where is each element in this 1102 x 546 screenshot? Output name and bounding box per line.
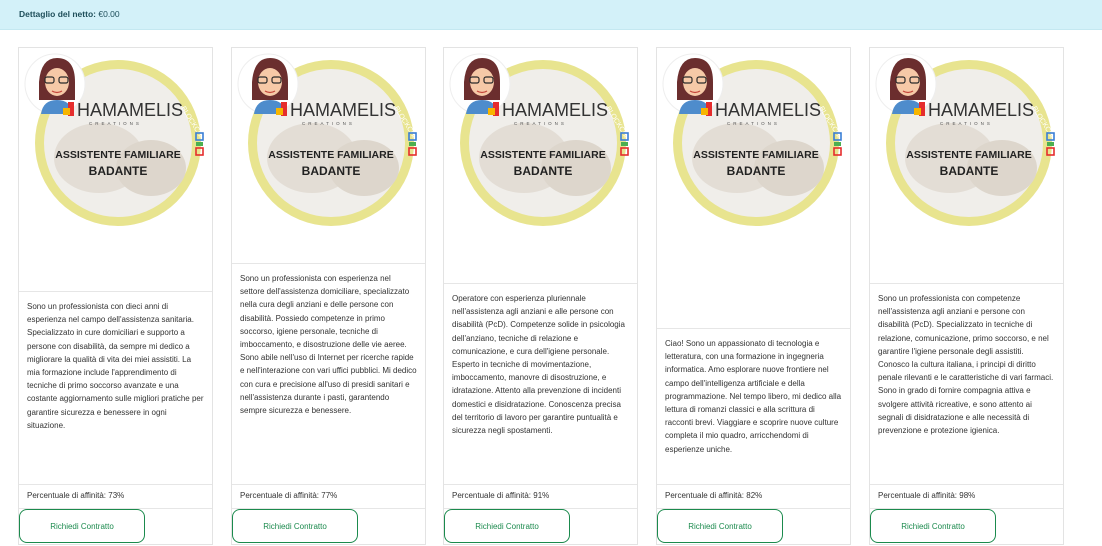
brand-name: HAMAMELIS bbox=[290, 100, 396, 120]
net-detail-value: €0.00 bbox=[98, 9, 120, 19]
badge-title-line2: BADANTE bbox=[940, 164, 999, 178]
request-contract-button[interactable]: Richiedi Contratto bbox=[232, 509, 358, 543]
badge-title-line1: ASSISTENTE FAMILIARE bbox=[906, 149, 1031, 161]
certification-badge: BLOCKCHAIN CERTIFIED HAMAMELIS CREATIONS… bbox=[449, 53, 634, 226]
brand-sub: CREATIONS bbox=[940, 121, 993, 126]
brand-sub: CREATIONS bbox=[727, 121, 780, 126]
certification-badge: BLOCKCHAIN CERTIFIED HAMAMELIS CREATIONS… bbox=[875, 53, 1060, 226]
affinity-percentage: Percentuale di affinità: 77% bbox=[232, 484, 425, 508]
brand-sub: CREATIONS bbox=[89, 121, 142, 126]
certification-badge: BLOCKCHAIN CERTIFIED HAMAMELIS CREATIONS… bbox=[662, 53, 847, 226]
caregiver-card: BLOCKCHAIN CERTIFIED HAMAMELIS CREATIONS… bbox=[18, 47, 213, 545]
brand-sub: CREATIONS bbox=[302, 121, 355, 126]
avatar-icon bbox=[875, 53, 937, 115]
card-footer: Richiedi Contratto bbox=[657, 508, 850, 546]
certification-badge: BLOCKCHAIN CERTIFIED HAMAMELIS CREATIONS… bbox=[24, 53, 209, 226]
badge-title-line2: BADANTE bbox=[89, 164, 148, 178]
caregiver-card: BLOCKCHAIN CERTIFIED HAMAMELIS CREATIONS… bbox=[443, 47, 638, 545]
certification-badge: BLOCKCHAIN CERTIFIED HAMAMELIS CREATIONS… bbox=[237, 53, 422, 226]
affinity-percentage: Percentuale di affinità: 91% bbox=[444, 484, 637, 508]
badge-title-line1: ASSISTENTE FAMILIARE bbox=[480, 149, 605, 161]
card-bio: Sono un professionista con esperienza ne… bbox=[232, 263, 425, 417]
card-footer: Richiedi Contratto bbox=[19, 508, 212, 546]
avatar-icon bbox=[24, 53, 86, 115]
avatar-icon bbox=[449, 53, 511, 115]
affinity-percentage: Percentuale di affinità: 82% bbox=[657, 484, 850, 508]
brand-name: HAMAMELIS bbox=[928, 100, 1034, 120]
request-contract-button[interactable]: Richiedi Contratto bbox=[870, 509, 996, 543]
card-footer: Richiedi Contratto bbox=[232, 508, 425, 546]
card-bio: Operatore con esperienza pluriennale nel… bbox=[444, 283, 637, 437]
card-bio: Ciao! Sono un appassionato di tecnologia… bbox=[657, 328, 850, 456]
request-contract-button[interactable]: Richiedi Contratto bbox=[444, 509, 570, 543]
badge-title-line1: ASSISTENTE FAMILIARE bbox=[268, 149, 393, 161]
card-bio: Sono un professionista con dieci anni di… bbox=[19, 291, 212, 432]
avatar-icon bbox=[237, 53, 299, 115]
caregiver-card: BLOCKCHAIN CERTIFIED HAMAMELIS CREATIONS… bbox=[656, 47, 851, 545]
badge-title-line2: BADANTE bbox=[302, 164, 361, 178]
request-contract-button[interactable]: Richiedi Contratto bbox=[19, 509, 145, 543]
caregiver-card: BLOCKCHAIN CERTIFIED HAMAMELIS CREATIONS… bbox=[869, 47, 1064, 545]
brand-name: HAMAMELIS bbox=[715, 100, 821, 120]
affinity-percentage: Percentuale di affinità: 98% bbox=[870, 484, 1063, 508]
net-detail-banner: Dettaglio del netto: €0.00 bbox=[0, 0, 1102, 30]
avatar-icon bbox=[662, 53, 724, 115]
caregiver-card: BLOCKCHAIN CERTIFIED HAMAMELIS CREATIONS… bbox=[231, 47, 426, 545]
card-bio: Sono un professionista con competenze ne… bbox=[870, 283, 1063, 437]
affinity-percentage: Percentuale di affinità: 73% bbox=[19, 484, 212, 508]
request-contract-button[interactable]: Richiedi Contratto bbox=[657, 509, 783, 543]
badge-title-line1: ASSISTENTE FAMILIARE bbox=[55, 149, 180, 161]
brand-sub: CREATIONS bbox=[514, 121, 567, 126]
card-footer: Richiedi Contratto bbox=[444, 508, 637, 546]
net-detail-label: Dettaglio del netto: bbox=[19, 9, 96, 19]
card-footer: Richiedi Contratto bbox=[870, 508, 1063, 546]
badge-title-line2: BADANTE bbox=[727, 164, 786, 178]
brand-name: HAMAMELIS bbox=[77, 100, 183, 120]
badge-title-line2: BADANTE bbox=[514, 164, 573, 178]
brand-name: HAMAMELIS bbox=[502, 100, 608, 120]
badge-title-line1: ASSISTENTE FAMILIARE bbox=[693, 149, 818, 161]
